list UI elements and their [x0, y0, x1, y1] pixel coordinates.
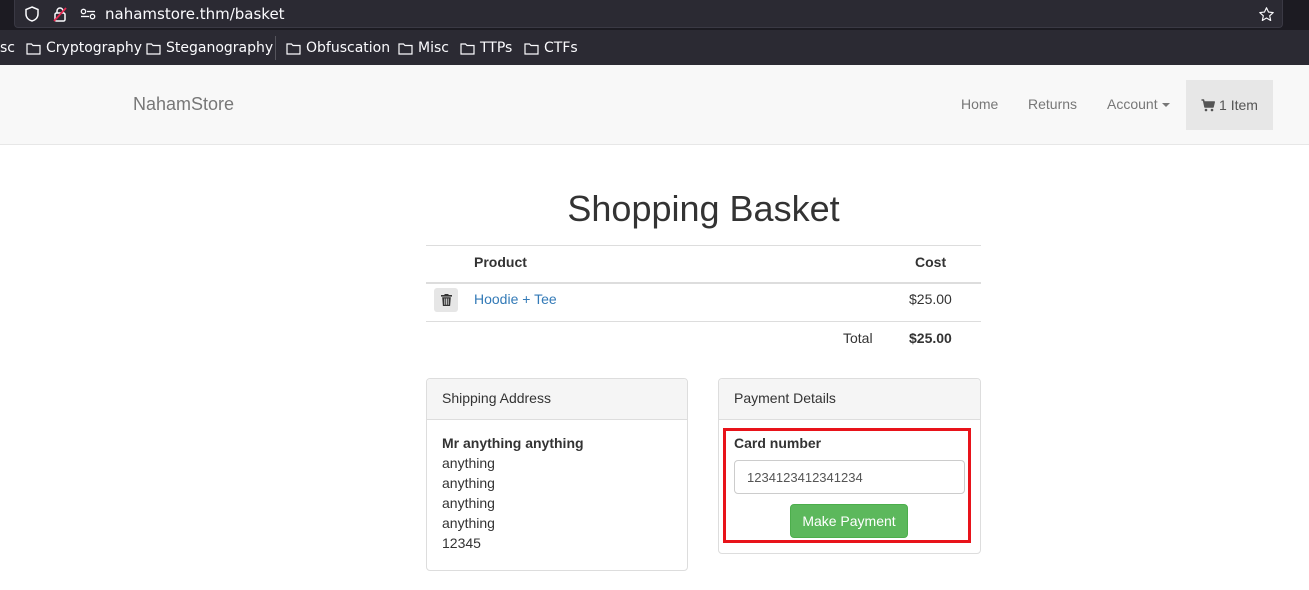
bookmark-star-icon[interactable]	[1257, 5, 1275, 23]
address-line: anything	[442, 455, 495, 471]
trash-icon	[440, 294, 452, 306]
brand-link[interactable]: NahamStore	[133, 94, 234, 115]
bookmark-separator	[275, 36, 276, 60]
folder-icon	[398, 42, 413, 55]
table-top-border	[426, 245, 981, 246]
bookmark-label: Obfuscation	[306, 40, 391, 56]
nav-home-link[interactable]: Home	[961, 96, 998, 112]
insecure-lock-icon[interactable]	[51, 5, 69, 23]
folder-icon	[26, 42, 41, 55]
cart-count-label: 1 Item	[1219, 97, 1258, 113]
address-bar[interactable]: nahamstore.thm/basket	[14, 0, 1283, 28]
url-text[interactable]: nahamstore.thm/basket	[105, 5, 285, 23]
bookmarks-toolbar: sc Cryptography Steganography Obfuscatio…	[0, 30, 1309, 65]
bookmark-label: Misc	[418, 40, 449, 56]
bookmark-label: sc	[0, 40, 15, 56]
bookmark-folder[interactable]: Obfuscation	[286, 40, 390, 56]
shopping-cart-icon	[1201, 98, 1216, 111]
table-row-divider	[426, 321, 981, 322]
folder-icon	[286, 42, 301, 55]
payment-panel-heading: Payment Details	[719, 379, 980, 420]
address-line: anything	[442, 475, 495, 491]
bookmark-folder[interactable]: TTPs	[460, 40, 512, 56]
nav-account-dropdown[interactable]: Account	[1107, 96, 1170, 112]
card-number-label: Card number	[734, 435, 822, 451]
bookmark-label: TTPs	[480, 40, 513, 56]
card-number-input[interactable]	[734, 460, 965, 494]
nav-returns-link[interactable]: Returns	[1028, 96, 1077, 112]
product-link[interactable]: Hoodie + Tee	[474, 291, 557, 307]
cart-button[interactable]: 1 Item	[1186, 80, 1273, 130]
folder-icon	[524, 42, 539, 55]
total-label: Total	[843, 330, 873, 346]
item-cost: $25.00	[909, 291, 952, 307]
table-header-divider	[426, 282, 981, 284]
address-line: anything	[442, 495, 495, 511]
folder-icon	[146, 42, 161, 55]
bookmark-label: CTFs	[544, 40, 578, 56]
shipping-name: Mr anything anything	[442, 435, 584, 451]
address-line: anything	[442, 515, 495, 531]
shipping-address-panel: Shipping Address Mr anything anything an…	[426, 378, 688, 571]
nav-account-label: Account	[1107, 96, 1158, 112]
folder-icon	[460, 42, 475, 55]
total-value: $25.00	[909, 330, 952, 346]
browser-toolbar: nahamstore.thm/basket	[0, 0, 1309, 30]
page-title: Shopping Basket	[567, 188, 840, 229]
make-payment-button[interactable]: Make Payment	[790, 504, 908, 538]
shipping-panel-heading: Shipping Address	[427, 379, 687, 420]
bookmark-folder[interactable]: Steganography	[146, 40, 273, 56]
bookmark-label: Steganography	[166, 40, 274, 56]
remove-item-button[interactable]	[434, 288, 458, 312]
site-navbar: NahamStore Home Returns Account 1 Item	[0, 65, 1309, 145]
caret-down-icon	[1161, 103, 1170, 108]
column-header-product: Product	[474, 254, 527, 270]
column-header-cost: Cost	[915, 254, 947, 270]
shield-icon[interactable]	[23, 5, 41, 23]
bookmark-folder[interactable]: Misc	[398, 40, 449, 56]
bookmark-folder[interactable]: sc	[0, 40, 15, 56]
site-permissions-icon[interactable]	[79, 5, 97, 23]
bookmark-folder[interactable]: CTFs	[524, 40, 578, 56]
bookmark-label: Cryptography	[46, 40, 143, 56]
address-postcode: 12345	[442, 535, 481, 551]
bookmark-folder[interactable]: Cryptography	[26, 40, 142, 56]
